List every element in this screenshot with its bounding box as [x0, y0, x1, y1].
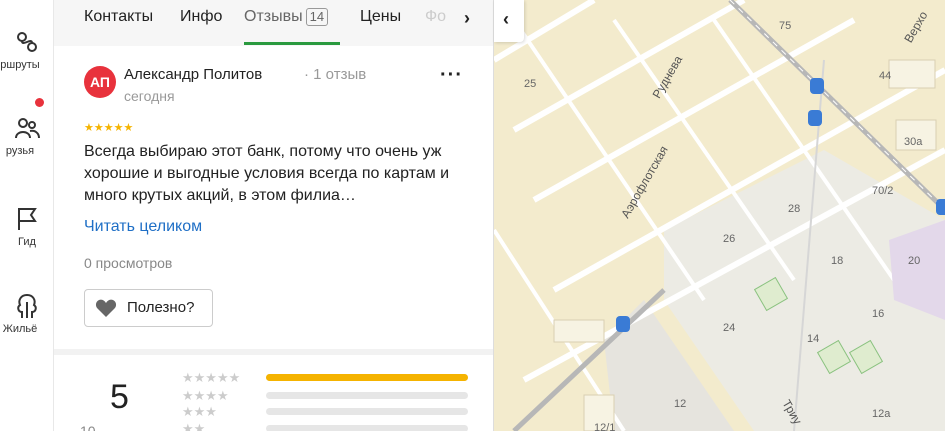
review-text: Всегда выбираю этот банк, потому что оче… — [84, 143, 450, 204]
read-more-link[interactable]: Читать целиком — [84, 218, 202, 236]
rail-label-routes: ршруты — [0, 59, 40, 71]
author-review-count-text: 1 отзыв — [313, 66, 367, 83]
house-number: 20 — [908, 255, 921, 267]
house-number: 44 — [879, 70, 892, 82]
dist-fill-5 — [266, 374, 468, 381]
tab-reviews[interactable]: Отзывы 14 — [244, 8, 329, 26]
house-number: 12а — [872, 408, 891, 420]
rail-item-friends[interactable]: рузья — [0, 114, 54, 157]
house-number: 14 — [807, 333, 820, 345]
house-number: 30а — [904, 136, 923, 148]
house-number: 26 — [723, 233, 736, 245]
dist-stars-3: ★★★ — [182, 404, 217, 419]
house-number: 70/2 — [872, 185, 894, 197]
house-number: 75 — [779, 20, 792, 32]
app-root: ршруты рузья Гид Жильё Контакты Инфо Отз… — [0, 0, 945, 431]
house-number: 28 — [788, 203, 801, 215]
flag-icon — [18, 208, 37, 230]
dist-stars-2: ★★ — [182, 421, 206, 431]
active-tab-indicator — [244, 42, 340, 45]
review-date: сегодня — [124, 88, 175, 104]
dist-bar-3 — [266, 408, 468, 415]
chevron-left-icon: ‹ — [503, 9, 509, 29]
rail-item-housing[interactable]: Жильё — [0, 292, 54, 335]
house-number: 18 — [831, 255, 844, 267]
review-stars: ★★★★★ — [84, 122, 134, 134]
tab-reviews-label: Отзывы — [244, 8, 303, 25]
house-number: 25 — [524, 78, 537, 90]
house-number: 24 — [723, 322, 736, 334]
dist-stars-4: ★★★★ — [182, 388, 229, 403]
rail-item-routes[interactable]: ршруты — [0, 28, 54, 71]
tab-photos[interactable]: Фо — [425, 8, 446, 26]
tab-bar: Контакты Инфо Отзывы 14 Цены Фо › — [54, 0, 493, 46]
dist-bar-2 — [266, 425, 468, 431]
map-canvas[interactable]: Руднева Аэрофлотская Верхо Триу 75 25 44… — [494, 0, 945, 431]
tab-info[interactable]: Инфо — [180, 8, 222, 26]
section-divider — [54, 349, 493, 355]
tab-prices[interactable]: Цены — [360, 8, 401, 26]
rail-label-friends: рузья — [5, 145, 35, 157]
views-count: 0 просмотров — [84, 255, 173, 271]
more-options-icon[interactable]: ··· — [440, 64, 463, 87]
routes-icon — [17, 32, 37, 52]
housing-icon — [17, 294, 37, 318]
useful-label: Полезно? — [127, 299, 195, 316]
review-author[interactable]: Александр Политов — [124, 66, 262, 83]
reviews-count-badge: 14 — [305, 8, 329, 26]
house-number: 12/1 — [594, 422, 616, 431]
collapse-panel-button[interactable]: ‹ — [494, 0, 524, 42]
overall-rating: 5 — [110, 378, 129, 416]
rating-subtext: 10 — [80, 423, 96, 431]
rail-label-housing: Жильё — [2, 323, 38, 335]
useful-button[interactable]: Полезно? — [84, 289, 213, 327]
house-number: 12 — [674, 398, 687, 410]
rail-item-guide[interactable]: Гид — [0, 205, 54, 248]
map-graphics — [494, 0, 945, 431]
avatar[interactable]: АП — [84, 66, 116, 98]
rail-label-guide: Гид — [18, 236, 36, 248]
notification-dot — [35, 98, 44, 107]
house-number: 16 — [872, 308, 885, 320]
heart-icon — [95, 299, 117, 317]
left-rail: ршруты рузья Гид Жильё — [0, 0, 54, 431]
author-review-count: · 1 отзыв — [304, 66, 367, 83]
dist-bar-5 — [266, 374, 468, 381]
org-panel: Контакты Инфо Отзывы 14 Цены Фо › АП Алек… — [54, 0, 494, 431]
friends-icon — [15, 118, 40, 139]
dist-bar-4 — [266, 392, 468, 399]
tabs-scroll-right-icon[interactable]: › — [464, 8, 470, 29]
dist-stars-5: ★★★★★ — [182, 370, 241, 385]
tab-contacts[interactable]: Контакты — [84, 8, 153, 26]
